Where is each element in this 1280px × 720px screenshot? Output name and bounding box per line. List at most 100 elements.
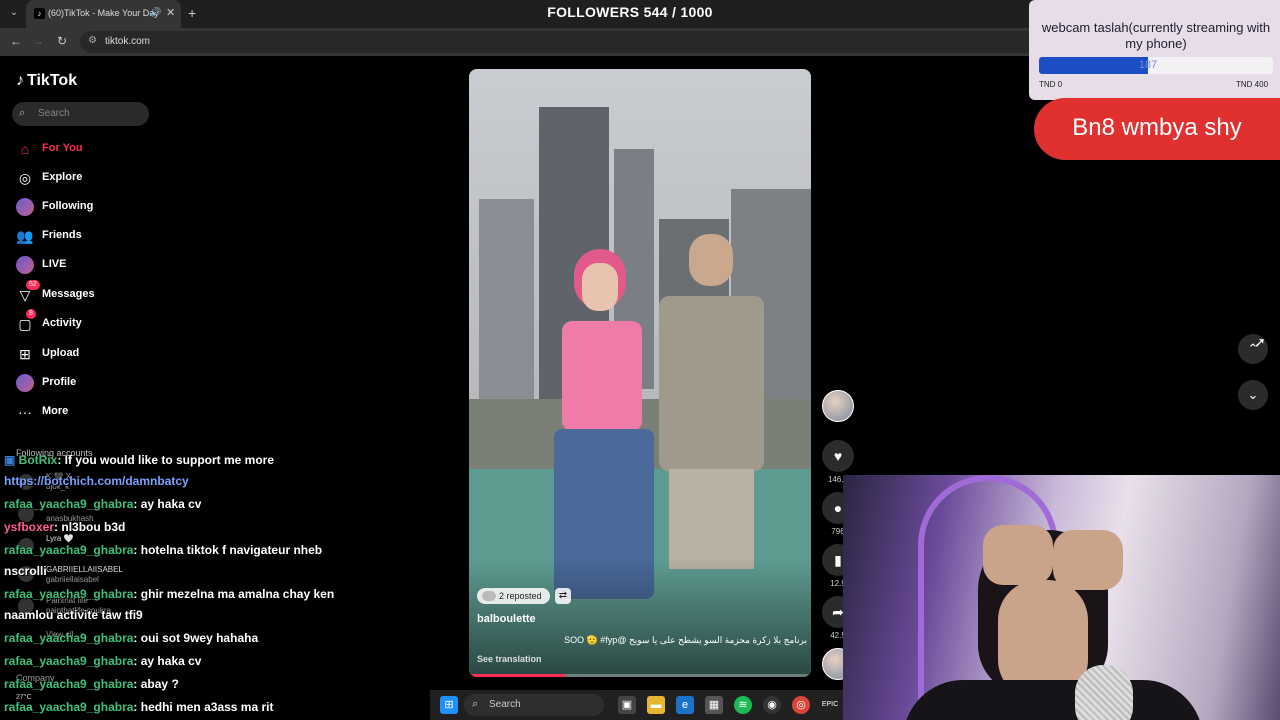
friends-icon: 👥 (16, 228, 34, 244)
chat-text: : nl3bou b3d (54, 520, 126, 534)
right-hand (1053, 530, 1123, 590)
logo-text: TikTok (27, 72, 78, 89)
chat-message: rafaa_yaacha9_ghabra: ay haka cv (4, 654, 201, 668)
compass-icon: ◎ (18, 170, 32, 186)
nav-label: Friends (42, 229, 82, 241)
back-arrow-icon[interactable]: ← (8, 34, 24, 48)
chat-message: rafaa_yaacha9_ghabra: hotelna tiktok f n… (4, 543, 322, 557)
address-bar[interactable]: ⚙ tiktok.com (80, 31, 1080, 53)
donation-current: 187 (1138, 59, 1158, 71)
chat-message: https://botchich.com/damnbatcy (4, 474, 189, 488)
creator-avatar-button[interactable] (822, 390, 854, 422)
mouse-cursor-icon: ➚ (1254, 334, 1266, 350)
nav-upload[interactable]: ⊞ Upload (14, 343, 154, 365)
video-progress-fill (469, 674, 565, 677)
forward-arrow-icon[interactable]: → (30, 34, 46, 48)
left-hand (983, 525, 1053, 585)
see-translation-link[interactable]: See translation (477, 654, 542, 664)
messages-badge: 52 (26, 280, 40, 290)
epic-games-icon[interactable]: EPIC (821, 696, 839, 714)
close-icon[interactable]: ✕ (166, 6, 175, 19)
donation-goal-widget: webcam taslah(currently streaming with m… (1029, 0, 1280, 100)
nav-messages[interactable]: ▽ 52 Messages (14, 280, 154, 306)
repost-icon[interactable]: ⇄ (555, 588, 571, 604)
chat-text: : abay ? (133, 677, 179, 691)
donation-min: TND 0 (1039, 80, 1063, 89)
nav-label: Activity (42, 317, 82, 329)
search-input[interactable]: ⌕ Search (12, 102, 149, 126)
more-icon: ··· (18, 404, 32, 420)
chrome-icon[interactable]: ◎ (792, 696, 810, 714)
following-avatar-icon (16, 198, 34, 216)
nav-label: Upload (42, 347, 80, 359)
microphone (1075, 665, 1133, 720)
site-info-icon[interactable]: ⚙ (88, 35, 97, 46)
activity-badge: 8 (26, 309, 36, 319)
url-text: tiktok.com (105, 36, 151, 47)
donation-title: webcam taslah(currently streaming with m… (1041, 20, 1271, 51)
browser-tab[interactable]: ♪ (60)TikTok - Make Your Day 🔊 ✕ (26, 0, 181, 28)
nav-for-you[interactable]: ⌂ For You (14, 138, 154, 160)
donation-max: TND 400 (1236, 80, 1269, 89)
speaker-icon[interactable]: 🔊 (150, 7, 161, 18)
chat-link[interactable]: https://botchich.com/damnbatcy (4, 474, 189, 488)
reposted-label: 2 reposted (499, 591, 542, 601)
nav-friends[interactable]: 👥 Friends (14, 225, 154, 247)
reposter-avatars (482, 591, 496, 601)
reload-icon[interactable]: ↻ (54, 34, 70, 48)
nav-label: Messages (42, 288, 95, 300)
account-handle: gabriiellaisabel (46, 575, 99, 584)
upload-icon: ⊞ (19, 346, 31, 362)
nav-label: LIVE (42, 258, 67, 270)
chat-message: rafaa_yaacha9_ghabra: abay ? (4, 677, 179, 691)
chat-username: rafaa_yaacha9_ghabra (4, 677, 134, 691)
account-name[interactable]: Lyra 🤍 (46, 534, 73, 543)
video-caption: برنامج بلا زكرة محزمة السو يشطح على يا س… (564, 635, 807, 645)
tiktok-note-icon: ♪ (16, 72, 24, 89)
creator-avatar (822, 390, 854, 422)
edge-icon[interactable]: e (676, 696, 694, 714)
chat-text: : ay haka cv (133, 497, 202, 511)
reposted-chip[interactable]: 2 reposted (477, 588, 550, 604)
search-icon: ⌕ (472, 698, 479, 710)
chat-username: rafaa_yaacha9_ghabra (4, 587, 134, 601)
nav-label: For You (42, 142, 83, 154)
task-view-icon[interactable]: ▣ (618, 696, 636, 714)
nav-activity[interactable]: ▢ 8 Activity (14, 309, 154, 335)
video-progress[interactable] (469, 674, 811, 677)
tab-title: (60)TikTok - Make Your Day (48, 8, 159, 18)
nav-profile[interactable]: Profile (14, 372, 154, 394)
nav-live[interactable]: LIVE (14, 254, 154, 276)
nav-more[interactable]: ··· More (14, 401, 154, 423)
chat-text: nscrolli (4, 564, 47, 578)
spotify-icon[interactable]: ≋ (734, 696, 752, 714)
chat-username: BotRix (18, 453, 58, 467)
tab-search-icon[interactable]: ⌄ (6, 5, 22, 21)
store-icon[interactable]: ▦ (705, 696, 723, 714)
nav-following[interactable]: Following (14, 196, 154, 218)
chat-message: nscrolli (4, 564, 47, 578)
chat-username: rafaa_yaacha9_ghabra (4, 654, 134, 668)
donation-bar: 187 (1039, 57, 1273, 74)
obs-icon[interactable]: ◉ (763, 696, 781, 714)
video-player[interactable]: 2 reposted ⇄ balboulette برنامج بلا زكرة… (469, 69, 811, 677)
grey-shirt (659, 296, 764, 471)
file-explorer-icon[interactable]: ▬ (647, 696, 665, 714)
chevron-down-icon[interactable]: ⌄ (1238, 380, 1268, 410)
screen: ⌄ ♪ (60)TikTok - Make Your Day 🔊 ✕ + ← →… (0, 0, 1280, 720)
stream-note-pill: Bn8 wmbya shy (1034, 98, 1280, 160)
video-author[interactable]: balboulette (477, 613, 536, 625)
chat-text: : ghir mezelna ma amalna chay ken (133, 587, 335, 601)
search-placeholder: Search (38, 108, 70, 119)
tiktok-logo[interactable]: ♪ TikTok (16, 72, 77, 90)
man-shorts (669, 469, 754, 569)
chat-message: rafaa_yaacha9_ghabra: ay haka cv (4, 497, 201, 511)
nav-label: Explore (42, 171, 83, 183)
windows-start-icon[interactable]: ⊞ (440, 696, 458, 714)
new-tab-icon[interactable]: + (188, 5, 196, 21)
nav-explore[interactable]: ◎ Explore (14, 167, 154, 189)
taskbar-search[interactable]: ⌕ Search (464, 694, 604, 716)
search-icon: ⌕ (19, 107, 26, 119)
account-name[interactable]: GABRIIELLAIISABEL (46, 565, 123, 574)
followers-goal: FOLLOWERS 544 / 1000 (547, 4, 713, 20)
